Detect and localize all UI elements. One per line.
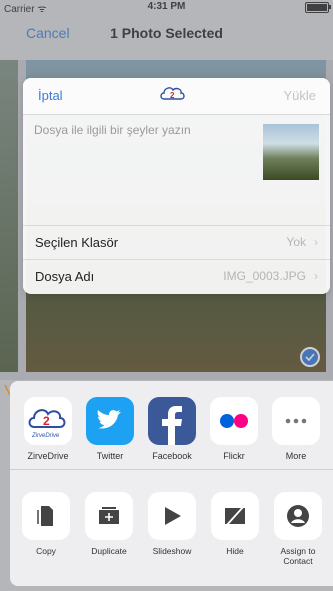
copy-icon [22,492,70,540]
zirvedrive-logo-icon: 2 [159,84,187,106]
dialog-header: İptal 2 Yükle [23,78,330,115]
share-app-label: Twitter [96,451,124,461]
upload-button[interactable]: Yükle [283,88,316,103]
filename-row[interactable]: Dosya Adı IMG_0003.JPG › [23,259,330,293]
action-label: Duplicate [91,546,127,556]
action-label: Copy [36,546,56,556]
folder-label: Seçilen Klasör [35,235,119,250]
duplicate-icon [85,492,133,540]
share-app-more[interactable]: More [266,397,326,461]
action-assign-contact[interactable]: Assign to Contact [266,492,330,566]
more-icon [272,397,320,445]
folder-value: Yok [286,235,306,249]
twitter-icon [86,397,134,445]
hide-icon [211,492,259,540]
share-app-zirvedrive[interactable]: 2 ZirveDrive ZirveDrive [18,397,78,461]
play-icon [148,492,196,540]
screen: Carrier ᯤ 4:31 PM Cancel 1 Photo Selecte… [0,0,333,591]
svg-text:2: 2 [43,414,50,428]
zirvedrive-icon: 2 ZirveDrive [24,397,72,445]
actions-row: Copy Duplicate Slideshow Hide Assign to … [10,469,333,586]
photo-preview [263,124,319,180]
action-label: Assign to Contact [280,546,316,566]
share-app-label: ZirveDrive [27,451,69,461]
share-app-twitter[interactable]: Twitter [80,397,140,461]
filename-label: Dosya Adı [35,269,95,284]
action-copy[interactable]: Copy [14,492,78,556]
flickr-icon [210,397,258,445]
upload-dialog: İptal 2 Yükle Dosya ile ilgili bir şeyle… [23,78,330,294]
share-app-flickr[interactable]: Flickr [204,397,264,461]
action-duplicate[interactable]: Duplicate [77,492,141,556]
contact-icon [274,492,322,540]
svg-text:ZirveDrive: ZirveDrive [31,433,60,439]
share-app-label: Flickr [223,451,245,461]
action-label: Slideshow [152,546,192,556]
chevron-right-icon: › [314,269,318,283]
facebook-icon [148,397,196,445]
svg-text:2: 2 [170,91,175,100]
action-slideshow[interactable]: Slideshow [140,492,204,556]
filename-value: IMG_0003.JPG [223,269,306,283]
action-label: Hide [226,546,244,556]
folder-row[interactable]: Seçilen Klasör Yok › [23,225,330,259]
dialog-cancel-button[interactable]: İptal [38,88,63,103]
chevron-right-icon: › [314,235,318,249]
share-app-label: Facebook [152,451,192,461]
share-app-facebook[interactable]: Facebook [142,397,202,461]
description-input[interactable]: Dosya ile ilgili bir şeyler yazın [34,123,191,137]
action-hide[interactable]: Hide [203,492,267,556]
share-apps-row: 2 ZirveDrive ZirveDrive Twitter Facebook [10,381,333,469]
share-app-label: More [285,451,307,461]
